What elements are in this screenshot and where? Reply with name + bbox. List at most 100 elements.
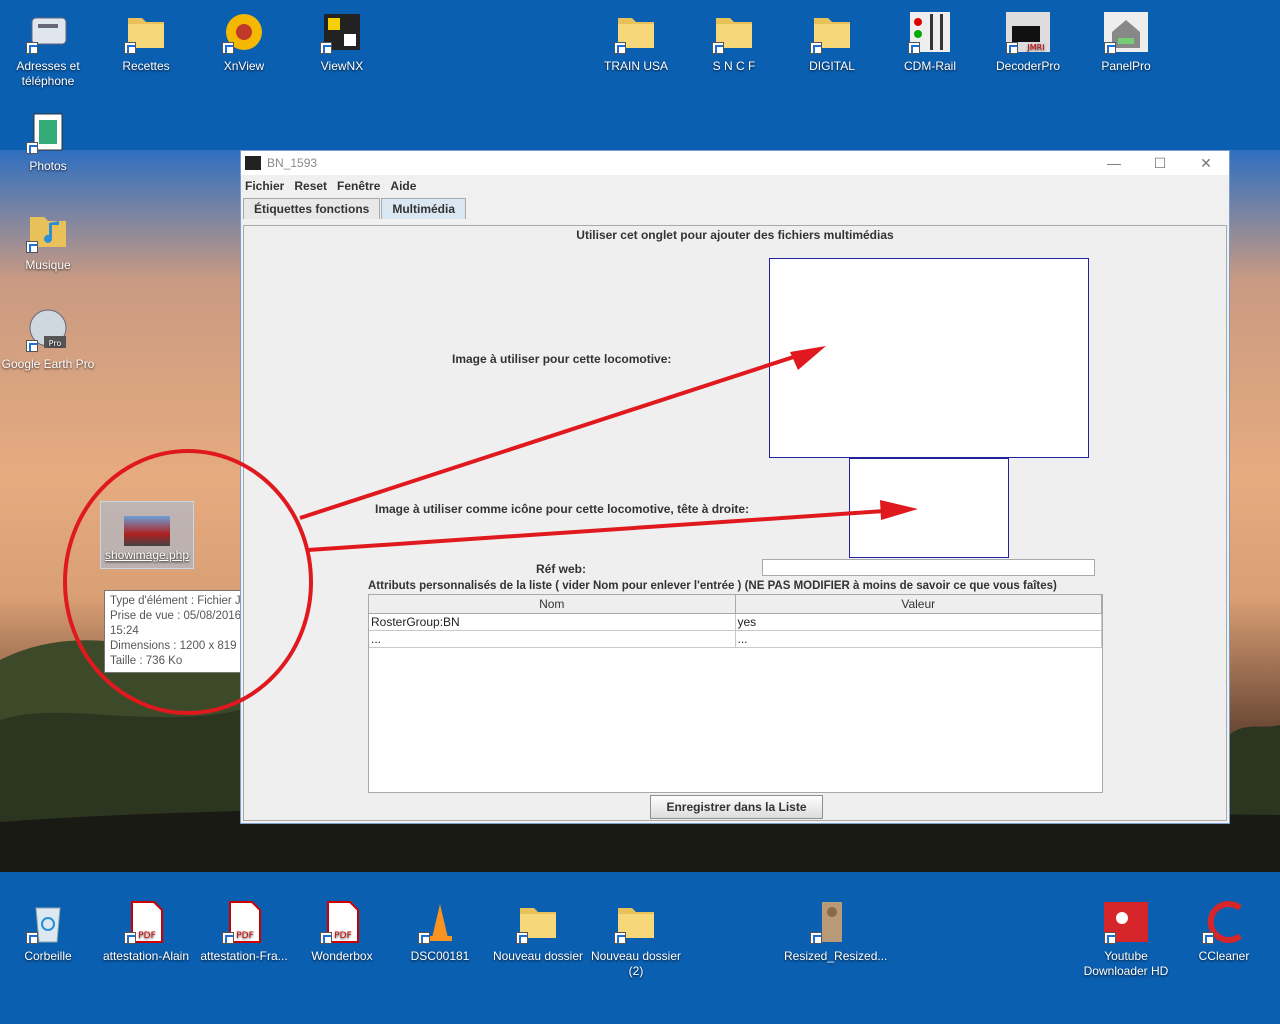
shortcut-arrow-icon [516, 932, 528, 944]
desktop-icon-train-usa[interactable]: TRAIN USA [588, 8, 684, 74]
icon-image-drop-target[interactable] [849, 458, 1009, 558]
image-icon [808, 898, 856, 946]
pdf-icon: PDF [318, 898, 366, 946]
desktop-icon-corbeille[interactable]: Corbeille [0, 898, 96, 964]
desktop-icon-musique[interactable]: Musique [0, 207, 96, 273]
tab-etiquettes-fonctions[interactable]: Étiquettes fonctions [243, 198, 381, 219]
desktop-icon-wonderbox[interactable]: PDF Wonderbox [294, 898, 390, 964]
desktop-icon-nouveau-dossier-2[interactable]: Nouveau dossier (2) [588, 898, 684, 979]
desktop-icon-label: Resized_Resized... [784, 949, 888, 963]
desktop-icon-adresses-et-t-l-phone[interactable]: Adresses et téléphone [0, 8, 96, 89]
minimize-button[interactable]: — [1091, 151, 1137, 175]
shortcut-arrow-icon [908, 42, 920, 54]
locomotive-image-drop-target[interactable] [769, 258, 1089, 458]
menu-aide[interactable]: Aide [390, 179, 416, 193]
svg-text:PDF: PDF [236, 931, 254, 941]
desktop-icon-label: Adresses et téléphone [16, 59, 80, 88]
desktop-icon-youtube-downloader-hd[interactable]: Youtube Downloader HD [1078, 898, 1174, 979]
attributes-table[interactable]: Nom Valeur RosterGroup:BN yes ... ... [368, 594, 1103, 793]
folder-icon [808, 8, 856, 56]
cell-value[interactable]: yes [736, 614, 1102, 630]
folder-icon [612, 8, 660, 56]
address-book-icon [24, 8, 72, 56]
desktop-icon-nouveau-dossier[interactable]: Nouveau dossier [490, 898, 586, 964]
desktop-icon-panelpro[interactable]: PanelPro [1078, 8, 1174, 74]
column-valeur[interactable]: Valeur [736, 595, 1102, 613]
desktop-icon-label: Wonderbox [311, 949, 373, 963]
dragged-file-label: showimage.php [104, 548, 190, 562]
column-nom[interactable]: Nom [369, 595, 736, 613]
shortcut-arrow-icon [320, 42, 332, 54]
close-button[interactable]: ✕ [1183, 151, 1229, 175]
pdf-icon: PDF [122, 898, 170, 946]
shortcut-arrow-icon [810, 932, 822, 944]
desktop-icon-dsc00181[interactable]: DSC00181 [392, 898, 488, 964]
menu-fenetre[interactable]: Fenêtre [337, 179, 380, 193]
desktop-icon-attestation-fra[interactable]: PDF attestation-Fra... [196, 898, 292, 964]
maximize-button[interactable]: ☐ [1137, 151, 1183, 175]
vlc-icon [416, 898, 464, 946]
roster-window: BN_1593 — ☐ ✕ Fichier Reset Fenêtre Aide… [240, 150, 1230, 824]
menu-fichier[interactable]: Fichier [245, 179, 284, 193]
shortcut-arrow-icon [26, 241, 38, 253]
desktop-icon-viewnx[interactable]: ViewNX [294, 8, 390, 74]
image-label: Image à utiliser pour cette locomotive: [452, 352, 672, 366]
web-ref-input[interactable] [762, 559, 1095, 576]
ccleaner-icon [1200, 898, 1248, 946]
decoderpro-icon: JMRI [1004, 8, 1052, 56]
table-row[interactable]: ... ... [369, 631, 1102, 648]
desktop-icon-label: DIGITAL [809, 59, 855, 73]
svg-text:PDF: PDF [334, 931, 352, 941]
cell-name[interactable]: ... [369, 631, 736, 647]
desktop-icon-cdm-rail[interactable]: CDM-Rail [882, 8, 978, 74]
tab-bar: Étiquettes fonctions Multimédia [241, 197, 1229, 219]
desktop-icon-ccleaner[interactable]: CCleaner [1176, 898, 1272, 964]
shortcut-arrow-icon [26, 142, 38, 154]
title-bar[interactable]: BN_1593 — ☐ ✕ [241, 151, 1229, 175]
shortcut-arrow-icon [1006, 42, 1018, 54]
folder-icon [514, 898, 562, 946]
desktop-icon-s-n-c-f[interactable]: S N C F [686, 8, 782, 74]
desktop-icon-label: Youtube Downloader HD [1083, 949, 1169, 978]
film-icon [24, 108, 72, 156]
menu-reset[interactable]: Reset [294, 179, 327, 193]
desktop-icon-label: ViewNX [320, 59, 364, 73]
dragged-file[interactable]: showimage.php [100, 501, 194, 569]
desktop-icon-google-earth-pro[interactable]: Pro Google Earth Pro [0, 306, 96, 372]
multimedia-panel: Utiliser cet onglet pour ajouter des fic… [243, 225, 1227, 821]
xnview-icon [220, 8, 268, 56]
shortcut-arrow-icon [1104, 42, 1116, 54]
save-to-roster-button[interactable]: Enregistrer dans la Liste [650, 795, 823, 819]
desktop-icon-xnview[interactable]: XnView [196, 8, 292, 74]
image-thumbnail-icon [124, 516, 170, 546]
music-folder-icon [24, 207, 72, 255]
table-row[interactable]: RosterGroup:BN yes [369, 614, 1102, 631]
desktop-icon-label: Nouveau dossier [492, 949, 584, 963]
desktop-icon-label: Recettes [122, 59, 170, 73]
shortcut-arrow-icon [222, 42, 234, 54]
attributes-label: Attributs personnalisés de la liste ( vi… [368, 580, 1057, 592]
pdf-icon: PDF [220, 898, 268, 946]
tab-multimedia[interactable]: Multimédia [381, 198, 467, 219]
window-title: BN_1593 [267, 156, 318, 170]
table-header: Nom Valeur [369, 595, 1102, 614]
desktop-icon-decoderpro[interactable]: JMRI DecoderPro [980, 8, 1076, 74]
desktop-icon-digital[interactable]: DIGITAL [784, 8, 880, 74]
shortcut-arrow-icon [26, 932, 38, 944]
svg-text:PDF: PDF [138, 931, 156, 941]
panelpro-icon [1102, 8, 1150, 56]
shortcut-arrow-icon [26, 340, 38, 352]
desktop-icon-attestation-alain[interactable]: PDF attestation-Alain [98, 898, 194, 964]
cell-value[interactable]: ... [736, 631, 1102, 647]
desktop-icon-label: attestation-Alain [102, 949, 190, 963]
desktop-icon-recettes[interactable]: Recettes [98, 8, 194, 74]
web-ref-label: Réf web: [536, 562, 587, 576]
desktop-icon-label: PanelPro [1101, 59, 1151, 73]
cell-name[interactable]: RosterGroup:BN [369, 614, 736, 630]
shortcut-arrow-icon [1202, 932, 1214, 944]
desktop-icon-label: Musique [25, 258, 71, 272]
desktop-icon-resized-resized[interactable]: Resized_Resized... [784, 898, 887, 964]
folder-icon [122, 8, 170, 56]
desktop-icon-photos[interactable]: Photos [0, 108, 96, 174]
shortcut-arrow-icon [614, 932, 626, 944]
